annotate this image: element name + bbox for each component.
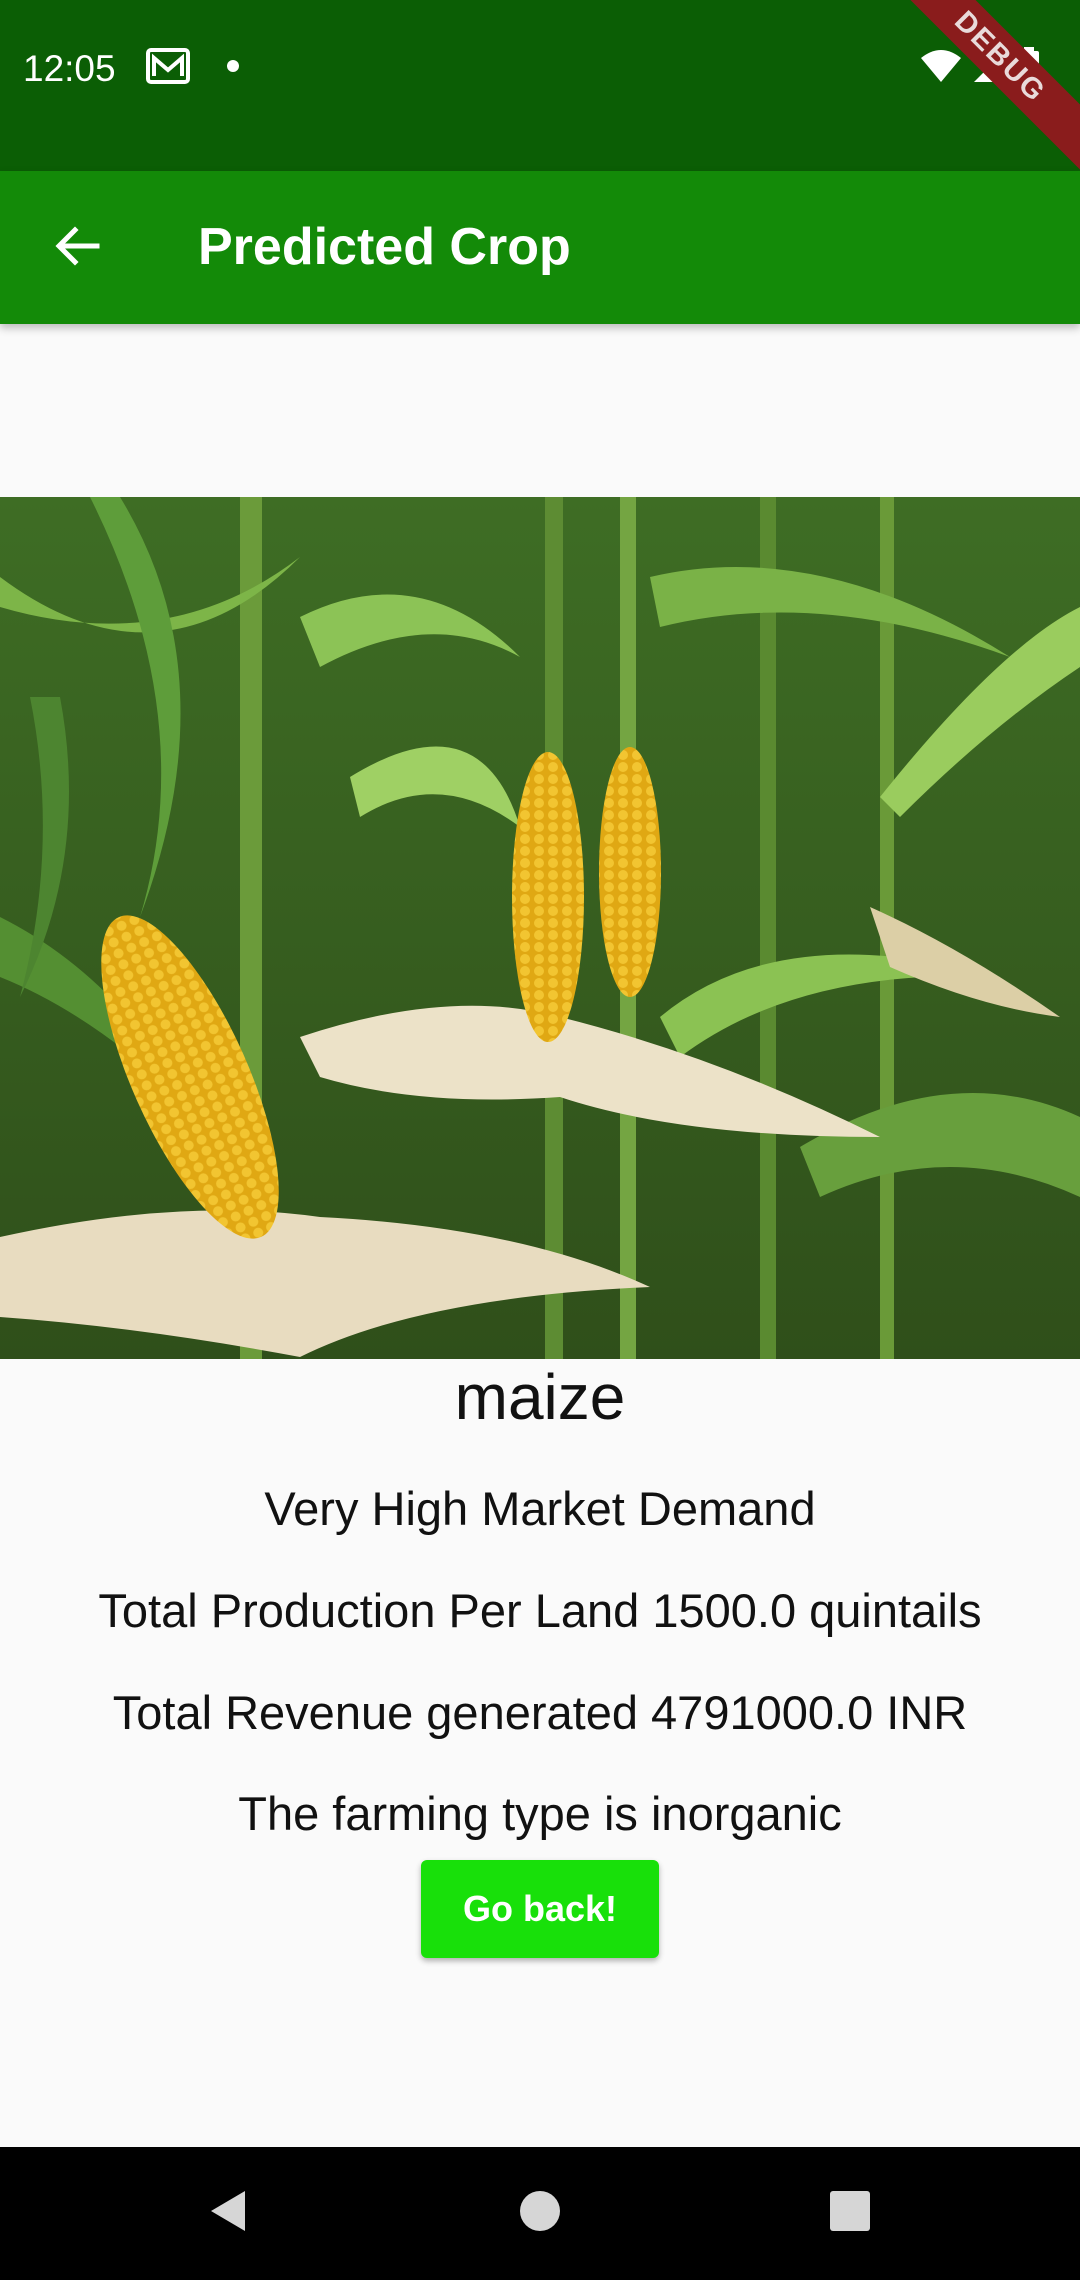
back-button[interactable] [40,211,114,285]
revenue-text: Total Revenue generated 4791000.0 INR [112,1686,968,1739]
gmail-icon [146,47,190,89]
back-triangle-icon [207,2189,247,2238]
home-circle-icon [519,2190,561,2237]
status-bar: 12:05 DEBUG [0,0,1080,180]
nav-home-button[interactable] [470,2147,610,2280]
wifi-icon [920,48,962,89]
status-left-icons [146,44,240,92]
production-text: Total Production Per Land 1500.0 quintai… [98,1584,982,1637]
go-back-button[interactable]: Go back! [421,1860,659,1958]
nav-recents-button[interactable] [780,2147,920,2280]
crop-image [0,497,1080,1359]
app-bar: Predicted Crop [0,171,1080,324]
market-demand-text: Very High Market Demand [264,1482,816,1535]
arrow-back-icon [53,222,101,275]
nav-back-button[interactable] [157,2147,297,2280]
notification-dot-icon [226,59,240,78]
recents-square-icon [829,2190,871,2237]
crop-name: maize [454,1361,626,1433]
status-time: 12:05 [23,48,116,89]
farming-type-text: The farming type is inorganic [238,1787,842,1840]
system-nav-bar [0,2147,1080,2280]
page-title: Predicted Crop [198,218,571,276]
